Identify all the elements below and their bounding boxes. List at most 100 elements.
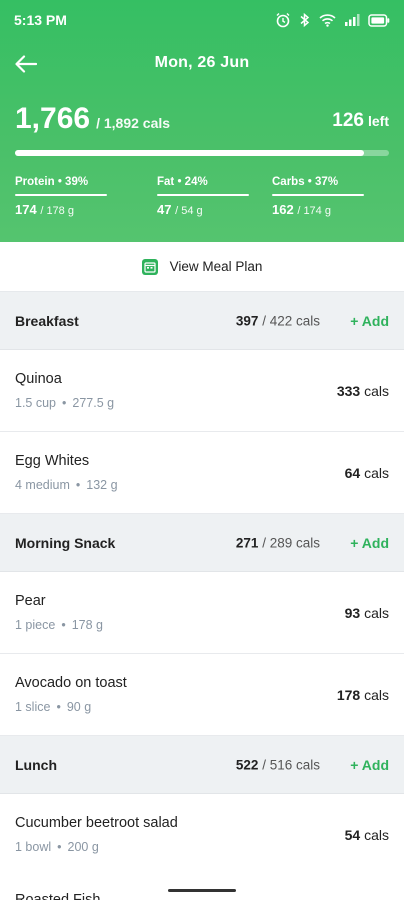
status-time: 5:13 PM [14,12,67,28]
section-calories-target: / 516 cals [262,757,320,772]
macros-summary: Protein • 39% 174 / 178 g Fat • 24% 47 /… [15,176,389,226]
macro-target: / 174 g [297,205,331,217]
home-indicator[interactable] [168,889,236,892]
section-title: Morning Snack [15,534,116,551]
food-calories-unit: cals [364,826,389,843]
food-serving: 1 slice • 90 g [15,700,92,714]
food-calories: 93 cals [345,605,389,621]
food-calories: 178 cals [337,687,389,703]
macro-target: / 178 g [40,205,74,217]
food-weight: 90 g [66,700,92,714]
food-serving: 1 piece • 178 g [15,618,103,632]
macro-label: Protein [15,176,55,188]
summary-header: 5:13 PM Mon, 26 Jun 1,766 / 1,892 cals 1… [0,0,404,242]
macro-percent: 24% [184,176,208,188]
section-calories: 397 / 422 cals [236,313,320,328]
calorie-progress-fill [15,150,364,156]
calories-left-label: left [368,113,389,129]
section-calories-target: / 422 cals [262,313,320,328]
macro-percent: 39% [65,176,89,188]
food-calories-value: 64 [344,464,361,481]
food-calories-unit: cals [364,686,389,703]
section-calories: 271 / 289 cals [236,535,320,550]
macro-divider [157,194,249,196]
macro-carbs: Carbs • 37% 162 / 174 g [272,176,364,217]
macro-divider [15,194,107,196]
macro-target: / 54 g [175,205,203,217]
food-amount: 1 bowl [15,840,52,854]
food-amount: 1.5 cup [15,396,57,410]
calories-left-value: 126 [332,110,364,131]
alarm-icon [276,13,290,28]
add-breakfast-button[interactable]: + Add [350,313,389,329]
section-title: Lunch [15,756,57,773]
food-name: Pear [15,593,46,609]
food-calories: 333 cals [337,383,389,399]
view-meal-plan-label: View Meal Plan [169,259,263,274]
macro-label: Carbs [272,176,305,188]
calories-eaten: 1,766 [15,102,91,135]
macro-fat: Fat • 24% 47 / 54 g [157,176,249,217]
food-name: Cucumber beetroot salad [15,815,178,831]
food-weight: 178 g [71,618,103,632]
food-calories-unit: cals [364,604,389,621]
macro-percent: 37% [315,176,339,188]
macro-current: 162 [272,202,294,217]
food-calories: 54 cals [345,827,389,843]
macro-divider [272,194,364,196]
food-calories-unit: cals [364,464,389,481]
food-item-pear[interactable]: Pear 1 piece • 178 g 93 cals [0,572,404,654]
food-serving: 1.5 cup • 277.5 g [15,396,115,410]
section-calories: 522 / 516 cals [236,757,320,772]
food-serving: 4 medium • 132 g [15,478,118,492]
macro-current: 47 [157,202,172,217]
section-calories-current: 271 [235,535,259,550]
food-item-cucumber-beetroot-salad[interactable]: Cucumber beetroot salad 1 bowl • 200 g 54 … [0,794,404,876]
food-name: Roasted Fish [15,892,101,900]
food-calories-value: 93 [344,604,361,621]
battery-icon [368,13,390,27]
food-item-avocado-on-toast[interactable]: Avocado on toast 1 slice • 90 g 178 cals [0,654,404,736]
bluetooth-icon [300,12,310,28]
calories-goal: / 1,892 cals [96,115,171,131]
macro-protein: Protein • 39% 174 / 178 g [15,176,107,217]
section-header-breakfast: Breakfast 397 / 422 cals + Add [0,292,404,350]
section-title: Breakfast [15,312,79,329]
view-meal-plan-button[interactable]: View Meal Plan [0,242,404,292]
food-calories: 64 cals [345,465,389,481]
food-weight: 277.5 g [72,396,115,410]
status-bar: 5:13 PM [14,10,390,30]
calorie-summary: 1,766 / 1,892 cals 126 left [15,100,389,136]
signal-icon [345,14,360,26]
food-amount: 1 slice [15,700,51,714]
food-calories-value: 178 [336,686,361,703]
food-name: Egg Whites [15,453,90,469]
food-item-quinoa[interactable]: Quinoa 1.5 cup • 277.5 g 333 cals [0,350,404,432]
section-calories-target: / 289 cals [262,535,320,550]
food-calories-value: 54 [344,826,361,843]
food-weight: 132 g [86,478,118,492]
food-weight: 200 g [67,840,99,854]
food-calories-unit: cals [364,382,389,399]
section-calories-current: 522 [235,757,259,772]
food-item-egg-whites[interactable]: Egg Whites 4 medium • 132 g 64 cals [0,432,404,514]
section-header-morning-snack: Morning Snack 271 / 289 cals + Add [0,514,404,572]
calorie-progress-bar [15,150,389,156]
calendar-icon [141,258,158,275]
date-title[interactable]: Mon, 26 Jun [0,54,404,72]
food-serving: 1 bowl • 200 g [15,840,99,854]
food-item-partial[interactable]: Roasted Fish [0,874,404,900]
food-name: Quinoa [15,371,62,387]
section-calories-current: 397 [235,313,259,328]
food-amount: 4 medium [15,478,70,492]
top-bar: Mon, 26 Jun [0,50,404,78]
add-lunch-button[interactable]: + Add [350,757,389,773]
macro-label: Fat [157,176,175,188]
food-calories-value: 333 [336,382,361,399]
status-icons [275,12,390,28]
section-header-lunch: Lunch 522 / 516 cals + Add [0,736,404,794]
macro-current: 174 [15,202,37,217]
food-name: Avocado on toast [15,675,127,691]
food-amount: 1 piece [15,618,56,632]
add-morning-snack-button[interactable]: + Add [350,535,389,551]
